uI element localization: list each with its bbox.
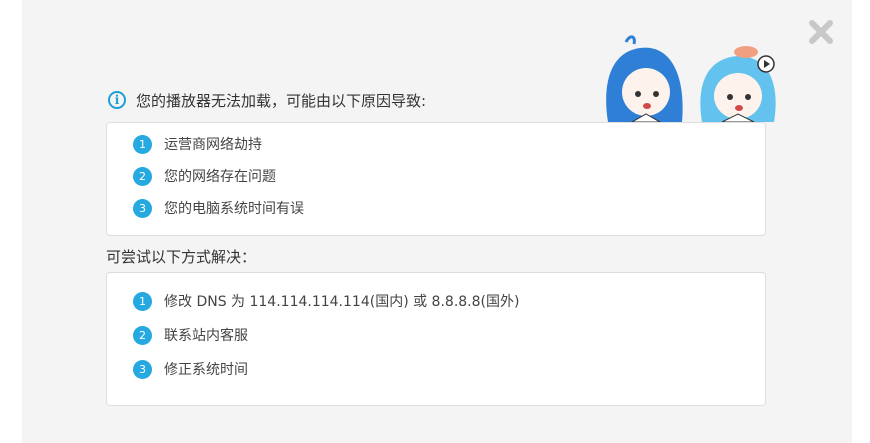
info-icon: i [108,91,126,109]
list-item: 1 运营商网络劫持 [133,133,262,155]
close-button[interactable] [806,18,836,46]
list-item: 2 联系站内客服 [133,324,248,346]
error-heading: i 您的播放器无法加载，可能由以下原因导致: [108,89,426,111]
reason-text: 您的电脑系统时间有误 [164,201,304,217]
error-title: 您的播放器无法加载，可能由以下原因导致: [136,91,427,110]
reason-text: 运营商网络劫持 [164,137,262,153]
solution-text: 修正系统时间 [164,362,248,378]
close-icon [809,20,833,44]
list-item: 3 修正系统时间 [133,358,248,380]
list-item: 1 修改 DNS 为 114.114.114.114(国内) 或 8.8.8.8… [133,290,519,312]
number-badge: 1 [133,291,152,311]
solutions-box: 1 修改 DNS 为 114.114.114.114(国内) 或 8.8.8.8… [106,272,766,406]
number-badge: 3 [133,198,152,218]
number-badge: 2 [133,325,152,345]
number-badge: 1 [133,134,152,154]
number-badge: 3 [133,359,152,379]
number-badge: 2 [133,166,152,186]
solution-text: 修改 DNS 为 114.114.114.114(国内) 或 8.8.8.8(国… [164,294,520,310]
reasons-box: 1 运营商网络劫持 2 您的网络存在问题 3 您的电脑系统时间有误 [106,122,766,236]
list-item: 3 您的电脑系统时间有误 [133,197,304,219]
list-item: 2 您的网络存在问题 [133,165,276,187]
reason-text: 您的网络存在问题 [164,169,276,185]
mascot-illustration [606,35,776,122]
solutions-title: 可尝试以下方式解决： [106,248,257,266]
solution-text: 联系站内客服 [164,328,248,344]
